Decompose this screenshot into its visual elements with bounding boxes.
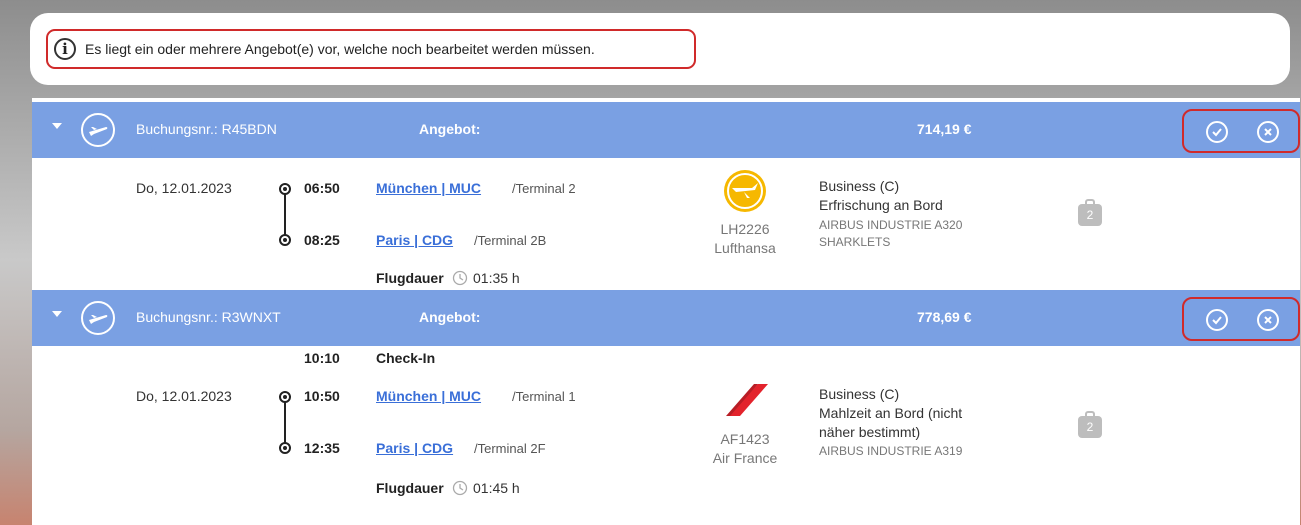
clock-icon (452, 480, 468, 499)
baggage-icon: 2 (1078, 411, 1102, 438)
collapse-caret-icon[interactable] (52, 311, 62, 317)
arrival-city-link[interactable]: Paris | CDG (376, 232, 453, 248)
checkin-time: 10:10 (304, 350, 340, 366)
cabin-class: Business (C) (819, 178, 900, 194)
clock-icon (452, 270, 468, 289)
airline-name: Air France (712, 450, 778, 466)
booking-number: Buchungsnr.: R3WNXT (136, 309, 281, 325)
offer-label: Angebot: (419, 309, 481, 325)
offer-actions (1182, 109, 1300, 153)
cabin-class: Business (C) (819, 386, 900, 402)
meal-info: Erfrischung an Bord (819, 197, 943, 213)
flight-number: AF1423 (720, 431, 770, 447)
arrival-time: 12:35 (304, 440, 340, 456)
arrival-dot-icon (279, 442, 291, 454)
arrival-terminal: /Terminal 2F (474, 441, 546, 456)
offer-header[interactable]: Buchungsnr.: R45BDN Angebot: 714,19 € (32, 102, 1300, 158)
baggage-icon: 2 (1078, 199, 1102, 226)
duration-label: Flugdauer (376, 270, 444, 286)
reject-x-icon[interactable] (1257, 121, 1279, 143)
meal-info-line2: näher bestimmt) (819, 424, 921, 440)
aircraft-type: AIRBUS INDUSTRIE A319 (819, 444, 963, 458)
reject-x-icon[interactable] (1257, 309, 1279, 331)
offers-panel: Buchungsnr.: R45BDN Angebot: 714,19 € Do… (32, 98, 1300, 525)
departure-time: 06:50 (304, 180, 340, 196)
route-line (284, 194, 286, 236)
airline-name: Lufthansa (714, 240, 776, 256)
collapse-caret-icon[interactable] (52, 123, 62, 129)
duration-value: 01:35 h (473, 270, 520, 286)
offer-label: Angebot: (419, 121, 481, 137)
duration-label: Flugdauer (376, 480, 444, 496)
departure-city-link[interactable]: München | MUC (376, 180, 481, 196)
offer-price: 714,19 € (917, 121, 972, 137)
accept-check-icon[interactable] (1206, 121, 1228, 143)
route-line (284, 402, 286, 444)
offer-price: 778,69 € (917, 309, 972, 325)
departure-city-link[interactable]: München | MUC (376, 388, 481, 404)
info-icon: i (54, 38, 76, 60)
departure-time: 10:50 (304, 388, 340, 404)
departure-terminal: /Terminal 2 (512, 181, 576, 196)
arrival-time: 08:25 (304, 232, 340, 248)
arrival-dot-icon (279, 234, 291, 246)
arrival-city-link[interactable]: Paris | CDG (376, 440, 453, 456)
notice-text: Es liegt ein oder mehrere Angebot(e) vor… (85, 41, 595, 57)
arrival-terminal: /Terminal 2B (474, 233, 547, 248)
notice-panel: i Es liegt ein oder mehrere Angebot(e) v… (30, 13, 1290, 85)
flight-date: Do, 12.01.2023 (136, 388, 232, 404)
aircraft-type: AIRBUS INDUSTRIE A320 (819, 218, 963, 232)
flight-number: LH2226 (720, 221, 770, 237)
lufthansa-logo-icon (722, 168, 768, 219)
air-france-logo-icon (724, 382, 770, 423)
duration-value: 01:45 h (473, 480, 520, 496)
offer-actions (1182, 297, 1300, 341)
flight-date: Do, 12.01.2023 (136, 180, 232, 196)
departure-terminal: /Terminal 1 (512, 389, 576, 404)
booking-number: Buchungsnr.: R45BDN (136, 121, 277, 137)
plane-icon (81, 113, 115, 147)
plane-icon (81, 301, 115, 335)
pending-offers-notice: i Es liegt ein oder mehrere Angebot(e) v… (46, 29, 696, 69)
aircraft-type-line2: SHARKLETS (819, 235, 891, 249)
meal-info: Mahlzeit an Bord (nicht (819, 405, 963, 421)
offer-header[interactable]: Buchungsnr.: R3WNXT Angebot: 778,69 € (32, 290, 1300, 346)
checkin-label: Check-In (376, 350, 436, 366)
accept-check-icon[interactable] (1206, 309, 1228, 331)
